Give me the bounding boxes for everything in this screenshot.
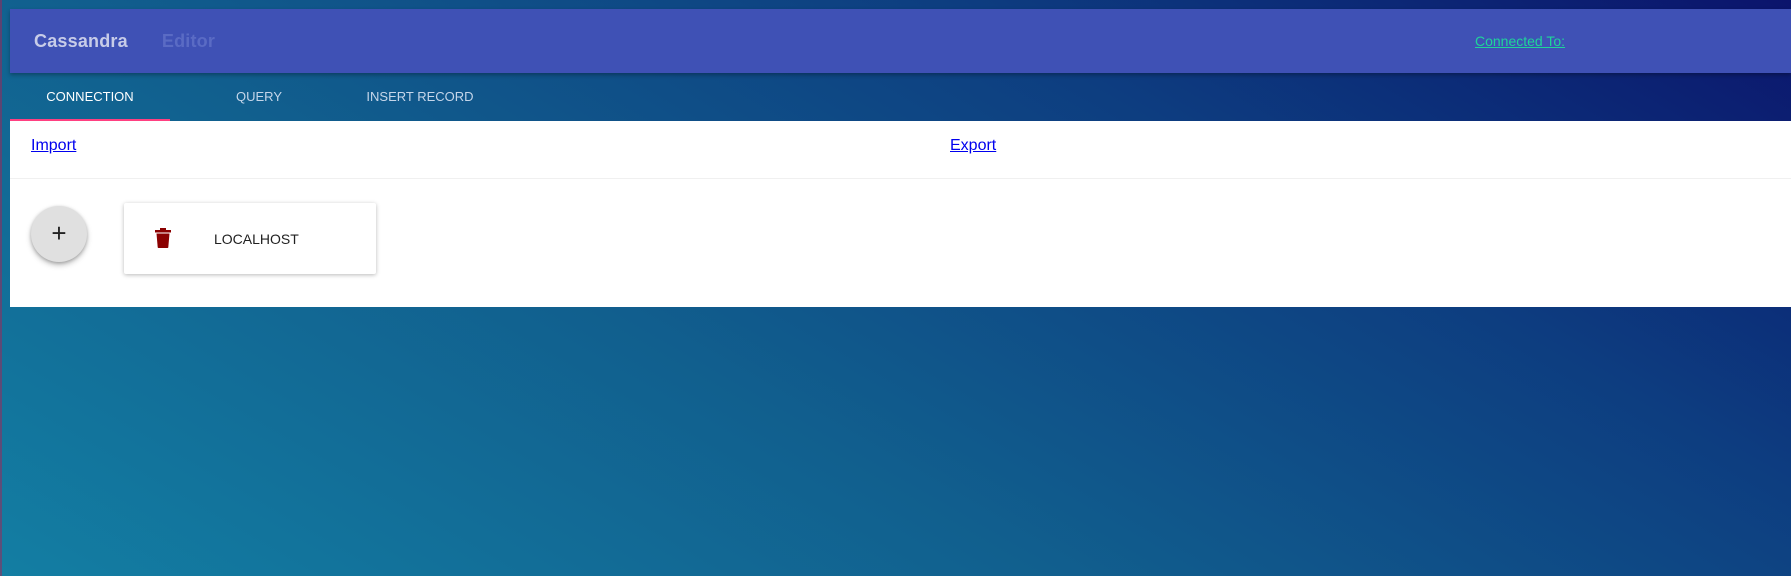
tab-connection[interactable]: CONNECTION [10, 73, 170, 121]
app-bar: Cassandra Editor Connected To: [10, 9, 1791, 73]
import-link[interactable]: Import [31, 137, 76, 155]
tab-bar: CONNECTION QUERY INSERT RECORD [10, 73, 1791, 121]
tab-query[interactable]: QUERY [192, 73, 326, 121]
connected-to-link[interactable]: Connected To: [1475, 33, 1565, 49]
connection-panel: Import Export + LOCALHOST [10, 121, 1791, 307]
connection-card[interactable]: LOCALHOST [124, 203, 376, 274]
add-connection-button[interactable]: + [31, 206, 87, 262]
plus-icon: + [51, 218, 67, 248]
app-title-word-1: Cassandra [34, 31, 128, 51]
tab-insert-record[interactable]: INSERT RECORD [350, 73, 490, 121]
app-title-word-2: Editor [161, 31, 216, 51]
export-link[interactable]: Export [950, 137, 996, 155]
connection-name[interactable]: LOCALHOST [214, 231, 299, 247]
trash-icon[interactable] [155, 228, 171, 248]
app-title: Cassandra Editor [34, 31, 215, 52]
app-container: Cassandra Editor Connected To: CONNECTION… [10, 9, 1791, 307]
import-export-bar: Import Export [10, 121, 1791, 179]
window-edge [0, 0, 2, 576]
